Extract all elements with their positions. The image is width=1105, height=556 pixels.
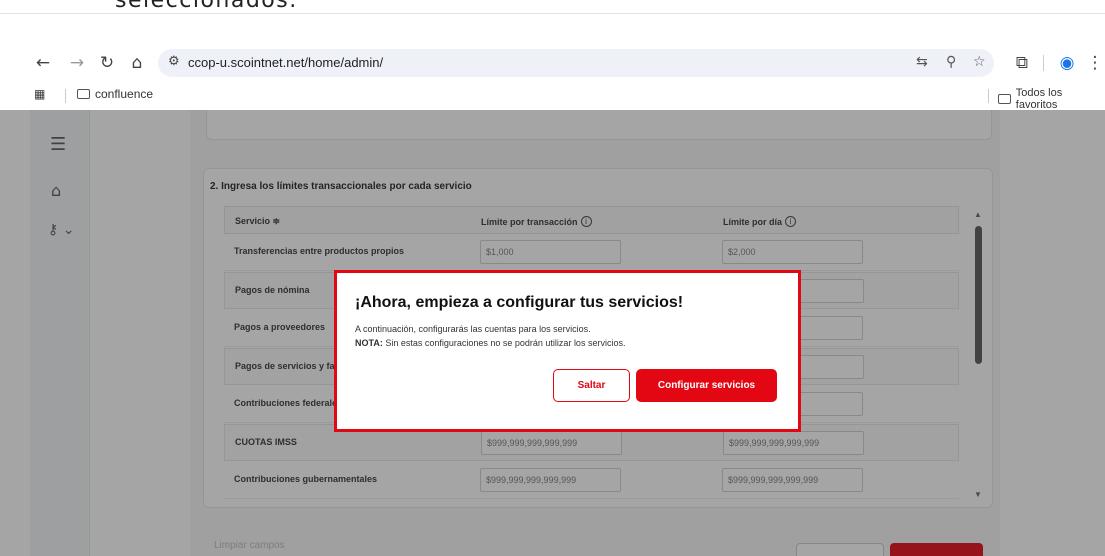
note-label: NOTA: [355, 338, 383, 348]
translate-icon[interactable]: ⇆ [916, 54, 928, 70]
browser-toolbar: ← → ↻ ⌂ ⚙ ccop-u.scointnet.net/home/admi… [0, 44, 1105, 82]
back-icon[interactable]: ← [33, 53, 53, 73]
bookmark-confluence[interactable]: confluence [77, 87, 153, 101]
forward-icon[interactable]: → [67, 53, 87, 73]
all-bookmarks-label: Todos los favoritos [1015, 87, 1063, 111]
modal-description: A continuación, configurarás las cuentas… [355, 324, 591, 334]
configure-services-modal: ¡Ahora, empieza a configurar tus servici… [334, 270, 801, 432]
apps-grid-icon[interactable]: ▦ [34, 87, 45, 101]
clipped-caption: seleccionados. [0, 0, 1105, 14]
modal-title: ¡Ahora, empieza a configurar tus servici… [355, 294, 684, 311]
screenshot-root: seleccionados. ← → ↻ ⌂ ⚙ ccop-u.scointne… [0, 0, 1105, 556]
note-text: Sin estas configuraciones no se podrán u… [382, 338, 626, 348]
url-text: ccop-u.scointnet.net/home/admin/ [188, 55, 384, 70]
modal-note: NOTA: Sin estas configuraciones no se po… [355, 338, 625, 348]
clipped-caption-text: seleccionados. [115, 0, 298, 13]
address-bar[interactable]: ⚙ ccop-u.scointnet.net/home/admin/ ⇆ ⚲ ☆ [158, 49, 994, 77]
folder-icon [998, 94, 1011, 104]
site-info-icon[interactable]: ⚙ [168, 53, 180, 69]
all-bookmarks[interactable]: Todos los favoritos [998, 87, 1105, 111]
skip-button[interactable]: Saltar [553, 369, 630, 402]
bookmark-label: confluence [95, 87, 154, 101]
bookmarks-bar: ▦ confluence Todos los favoritos [0, 82, 1105, 111]
extensions-icon[interactable]: ⧉ [1012, 53, 1032, 73]
bookmark-star-icon[interactable]: ☆ [973, 54, 986, 70]
profile-icon[interactable]: ◉ [1057, 53, 1077, 73]
bookmarks-divider-right [988, 89, 989, 103]
bookmarks-divider [65, 89, 66, 103]
reload-icon[interactable]: ↻ [97, 53, 117, 73]
toolbar-divider [1043, 55, 1044, 71]
menu-kebab-icon[interactable]: ⋮ [1085, 53, 1105, 73]
home-icon[interactable]: ⌂ [127, 53, 147, 73]
configure-services-button[interactable]: Configurar servicios [636, 369, 777, 402]
zoom-icon[interactable]: ⚲ [946, 54, 956, 70]
folder-icon [77, 89, 90, 99]
